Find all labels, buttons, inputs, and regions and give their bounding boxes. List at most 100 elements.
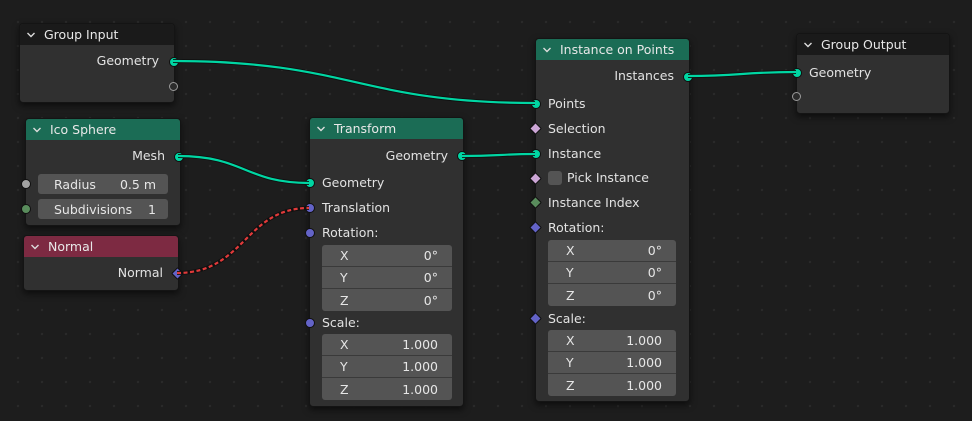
geometry-input-socket[interactable] [792,68,802,78]
geometry-output-socket[interactable] [457,151,467,161]
rotation-x-field[interactable]: X 0° [322,245,452,267]
translation-input-socket[interactable] [305,203,315,213]
axis-label: Z [566,287,575,303]
subdivisions-field[interactable]: Subdivisions 1 [38,199,168,219]
axis-value: 0° [647,243,662,258]
normal-output-socket[interactable] [171,267,184,280]
scale-z-field[interactable]: Z 1.000 [322,378,452,400]
chevron-down-icon[interactable] [803,40,813,50]
transform-node[interactable]: Transform Geometry Geometry Translation … [305,117,467,407]
scale-input-socket[interactable] [529,312,542,325]
link-normal-to-translation-outline [176,206,310,275]
rotation-input-socket[interactable] [305,228,315,238]
instance-input-label: Instance [548,146,602,161]
rotation-input-label: Rotation: [548,220,605,235]
chevron-down-icon[interactable] [32,125,42,135]
scale-y-field[interactable]: Y 1.000 [548,352,676,374]
geometry-input-socket[interactable] [305,178,315,188]
axis-label: Y [566,355,574,370]
axis-value: 1.000 [402,359,438,374]
geometry-output-label: Geometry [96,53,159,68]
radius-input-socket[interactable] [21,179,31,189]
rotation-x-field[interactable]: X 0° [548,240,676,262]
mesh-output-socket[interactable] [174,152,184,162]
link-mesh-to-transform-outline [177,154,310,185]
transform-header[interactable]: Transform [310,118,463,139]
radius-field[interactable]: Radius 0.5 m [38,174,168,194]
chevron-down-icon[interactable] [30,242,40,252]
axis-label: X [566,243,575,258]
geometry-output-socket[interactable] [169,57,179,67]
radius-value: 0.5 m [119,176,156,192]
link-mesh-to-transform [177,154,310,185]
normal-node[interactable]: Normal Normal [23,235,184,291]
subdivisions-input-socket[interactable] [21,204,31,214]
normal-header[interactable]: Normal [24,236,178,257]
scale-input-label: Scale: [322,315,360,330]
axis-value: 1.000 [402,381,438,397]
link-normal-to-translation [176,206,310,275]
instance-input-socket[interactable] [531,149,541,159]
rotation-input-socket[interactable] [529,221,542,234]
rotation-z-field[interactable]: Z 0° [548,284,676,306]
geometry-input-label: Geometry [809,65,872,80]
empty-input-socket[interactable] [792,92,801,101]
chevron-down-icon[interactable] [316,124,326,134]
selection-input-label: Selection [548,121,606,136]
link-transform-to-instance [461,152,536,158]
instance-index-input-socket[interactable] [529,196,542,209]
rotation-z-field[interactable]: Z 0° [322,289,452,311]
rotation-y-field[interactable]: Y 0° [548,262,676,284]
node-title: Ico Sphere [50,122,117,137]
ico-sphere-header[interactable]: Ico Sphere [26,119,180,140]
axis-value: 0° [423,292,438,308]
link-instances-to-output [687,70,797,78]
geometry-output-label: Geometry [385,148,448,163]
points-input-socket[interactable] [531,99,541,109]
axis-value: 0° [647,287,662,303]
normal-output-label: Normal [117,265,163,280]
scale-x-field[interactable]: X 1.000 [322,334,452,356]
instance-on-points-header[interactable]: Instance on Points [536,39,689,60]
pick-instance-checkbox[interactable] [548,171,562,185]
axis-label: Z [340,381,349,397]
geometry-input-label: Geometry [322,175,385,190]
pick-instance-input-socket[interactable] [529,172,542,185]
axis-value: 1.000 [626,355,662,370]
axis-value: 0° [423,248,438,263]
subdivisions-value: 1 [148,201,156,217]
instances-output-label: Instances [614,68,674,83]
rotation-vector-fields: X 0° Y 0° Z 0° [322,245,452,311]
axis-label: Y [340,270,348,285]
subdivisions-label: Subdivisions [54,201,133,217]
scale-y-field[interactable]: Y 1.000 [322,356,452,378]
axis-label: Z [340,292,349,308]
instances-output-socket[interactable] [683,72,693,82]
instance-on-points-node[interactable]: Instance on Points Instances Points Sele… [529,38,693,402]
node-title: Group Input [44,27,119,42]
chevron-down-icon[interactable] [542,45,552,55]
scale-z-field[interactable]: Z 1.000 [548,374,676,396]
scale-input-socket[interactable] [305,318,315,328]
group-input-header[interactable]: Group Input [20,24,174,45]
link-group-input-to-points-line [172,59,536,105]
axis-value: 1.000 [402,337,438,352]
group-output-header[interactable]: Group Output [797,34,949,55]
group-input-node[interactable]: Group Input Geometry [19,23,179,103]
axis-value: 0° [423,270,438,285]
selection-input-socket[interactable] [529,122,542,135]
node-title: Instance on Points [560,42,675,57]
axis-label: X [340,337,349,352]
chevron-down-icon[interactable] [26,30,36,40]
ico-sphere-node[interactable]: Ico Sphere Mesh Radius 0.5 m Subdivision… [21,118,184,226]
rotation-input-label: Rotation: [322,225,379,240]
radius-label: Radius [54,176,96,192]
rotation-y-field[interactable]: Y 0° [322,267,452,289]
scale-x-field[interactable]: X 1.000 [548,330,676,352]
empty-output-socket[interactable] [169,82,178,91]
scale-vector-fields: X 1.000 Y 1.000 Z 1.000 [322,334,452,400]
axis-label: Z [566,377,575,393]
translation-input-label: Translation [322,200,391,215]
axis-value: 0° [647,265,662,280]
group-output-node[interactable]: Group Output Geometry [792,33,950,114]
